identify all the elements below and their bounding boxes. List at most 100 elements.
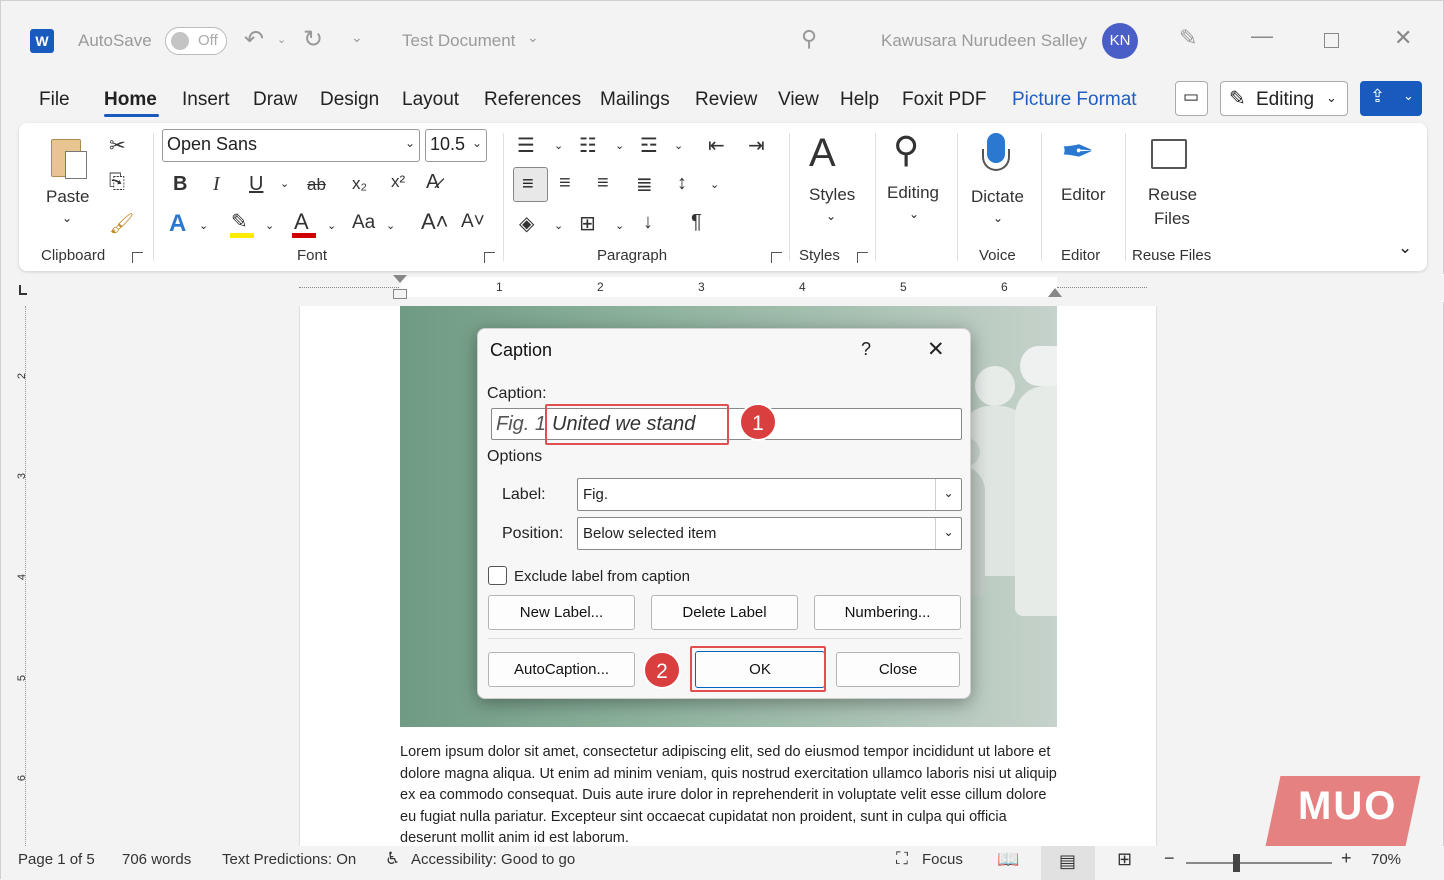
dictate-chevron-icon[interactable]: ⌄ [993, 211, 1003, 225]
text-effects-icon[interactable]: A [169, 210, 186, 238]
shading-icon[interactable]: ◈ [519, 211, 534, 236]
editing-mode-button[interactable]: ✎ Editing ⌄ [1220, 81, 1348, 116]
web-layout-icon[interactable]: ⊞ [1117, 849, 1132, 870]
borders-icon[interactable]: ⊞ [579, 211, 596, 236]
comments-button[interactable]: ▭ [1175, 81, 1208, 116]
numbering-icon[interactable]: ☷ [579, 133, 597, 158]
close-window-icon[interactable]: ✕ [1394, 25, 1412, 51]
zoom-in-icon[interactable]: + [1341, 848, 1352, 869]
redo-icon[interactable]: ↻ [303, 25, 323, 54]
font-color-chevron-icon[interactable]: ⌄ [327, 219, 336, 232]
page-count[interactable]: Page 1 of 5 [18, 851, 95, 868]
reuse-files-icon[interactable] [1151, 139, 1187, 169]
clipboard-launcher-icon[interactable] [132, 252, 143, 263]
multilevel-list-icon[interactable]: ☲ [640, 133, 658, 158]
dictate-button-label[interactable]: Dictate [971, 187, 1024, 207]
search-icon[interactable]: ⚲ [801, 26, 817, 52]
tab-draw[interactable]: Draw [253, 89, 297, 111]
strikethrough-icon[interactable]: ab [307, 175, 326, 195]
copy-icon[interactable]: ⎘ [109, 171, 125, 194]
paste-chevron-icon[interactable]: ⌄ [62, 211, 72, 225]
tab-home[interactable]: Home [104, 89, 157, 111]
font-size-box[interactable]: 10.5 ⌄ [425, 129, 487, 162]
autocaption-button[interactable]: AutoCaption... [488, 652, 635, 687]
maximize-icon[interactable] [1324, 33, 1339, 48]
paste-label[interactable]: Paste [46, 187, 89, 207]
delete-label-button[interactable]: Delete Label [651, 595, 798, 630]
share-button[interactable]: ⇪ ⌄ [1360, 81, 1422, 116]
shading-chevron-icon[interactable]: ⌄ [554, 219, 563, 232]
paragraph-launcher-icon[interactable] [771, 252, 782, 263]
tab-review[interactable]: Review [695, 89, 757, 111]
font-launcher-icon[interactable] [484, 252, 495, 263]
zoom-slider-thumb[interactable] [1233, 854, 1240, 872]
first-line-indent-marker[interactable] [393, 275, 407, 283]
reuse-button-label-2[interactable]: Files [1154, 209, 1190, 229]
numbering-chevron-icon[interactable]: ⌄ [615, 139, 624, 152]
print-layout-button[interactable]: ▤ [1041, 846, 1095, 880]
customize-toolbar-icon[interactable]: ⌄ [351, 29, 363, 46]
zoom-out-icon[interactable]: − [1164, 848, 1175, 869]
font-name-box[interactable]: Open Sans ⌄ [162, 129, 420, 162]
body-paragraph[interactable]: Lorem ipsum dolor sit amet, consectetur … [400, 742, 1060, 850]
editing-chevron-icon[interactable]: ⌄ [909, 207, 919, 221]
multilevel-chevron-icon[interactable]: ⌄ [674, 139, 683, 152]
tab-design[interactable]: Design [320, 89, 379, 111]
exclude-label-text[interactable]: Exclude label from caption [514, 568, 690, 585]
focus-icon[interactable]: ⛶ [896, 849, 908, 869]
tab-insert[interactable]: Insert [182, 89, 230, 111]
editor-button-label[interactable]: Editor [1061, 185, 1105, 205]
cut-icon[interactable]: ✂ [109, 133, 126, 158]
help-button[interactable]: ? [861, 339, 871, 360]
position-select[interactable]: Below selected item ⌄ [577, 517, 962, 550]
font-color-icon[interactable]: A [294, 209, 309, 235]
text-effects-chevron-icon[interactable]: ⌄ [199, 219, 208, 232]
zoom-level[interactable]: 70% [1371, 851, 1401, 868]
clear-formatting-icon[interactable]: A̷ [426, 171, 439, 194]
new-label-button[interactable]: New Label... [488, 595, 635, 630]
borders-chevron-icon[interactable]: ⌄ [615, 219, 624, 232]
underline-icon[interactable]: U [249, 173, 263, 196]
horizontal-ruler[interactable]: 1 2 3 4 5 6 [1, 274, 1444, 302]
align-left-button[interactable]: ≡ [513, 167, 548, 202]
right-indent-marker[interactable] [1048, 288, 1062, 297]
italic-icon[interactable]: I [213, 173, 220, 196]
line-spacing-icon[interactable]: ↕ [677, 172, 687, 195]
collapse-ribbon-icon[interactable]: ⌄ [1398, 238, 1412, 258]
left-indent-marker[interactable] [393, 289, 407, 299]
styles-icon[interactable]: A [809, 131, 836, 176]
align-center-icon[interactable]: ≡ [559, 172, 571, 195]
increase-indent-icon[interactable]: ⇥ [748, 133, 765, 158]
text-predictions[interactable]: Text Predictions: On [222, 851, 356, 868]
zoom-slider[interactable] [1186, 862, 1332, 864]
bullets-chevron-icon[interactable]: ⌄ [554, 139, 563, 152]
styles-chevron-icon[interactable]: ⌄ [826, 209, 836, 223]
accessibility-icon[interactable]: ♿ [385, 849, 400, 869]
minimize-icon[interactable]: — [1251, 23, 1273, 49]
label-select[interactable]: Fig. ⌄ [577, 478, 962, 511]
find-icon[interactable]: ⚲ [893, 129, 919, 171]
editing-button-label[interactable]: Editing [887, 183, 939, 203]
tab-file[interactable]: File [39, 89, 70, 111]
vertical-ruler[interactable]: 2 3 4 5 6 [9, 306, 37, 846]
close-icon[interactable]: ✕ [927, 337, 945, 362]
change-case-chevron-icon[interactable]: ⌄ [386, 219, 395, 232]
tab-foxit-pdf[interactable]: Foxit PDF [902, 89, 986, 111]
show-formatting-icon[interactable]: ¶ [691, 211, 702, 234]
read-mode-icon[interactable]: 📖 [997, 849, 1019, 870]
tab-layout[interactable]: Layout [402, 89, 459, 111]
focus-label[interactable]: Focus [922, 851, 963, 868]
tab-mailings[interactable]: Mailings [600, 89, 670, 111]
exclude-label-checkbox[interactable] [488, 566, 507, 585]
document-title[interactable]: Test Document [402, 31, 515, 51]
change-case-button[interactable]: Aa [352, 212, 375, 234]
subscript-icon[interactable]: x₂ [352, 174, 367, 194]
underline-chevron-icon[interactable]: ⌄ [280, 177, 289, 190]
designer-icon[interactable]: ✎ [1179, 25, 1197, 51]
tab-selector-icon[interactable] [19, 285, 27, 295]
decrease-indent-icon[interactable]: ⇤ [708, 133, 725, 158]
format-painter-icon[interactable]: 🖌 [109, 211, 134, 236]
accessibility-status[interactable]: Accessibility: Good to go [411, 851, 575, 868]
justify-icon[interactable]: ≣ [636, 172, 653, 197]
bold-icon[interactable]: B [173, 173, 187, 196]
